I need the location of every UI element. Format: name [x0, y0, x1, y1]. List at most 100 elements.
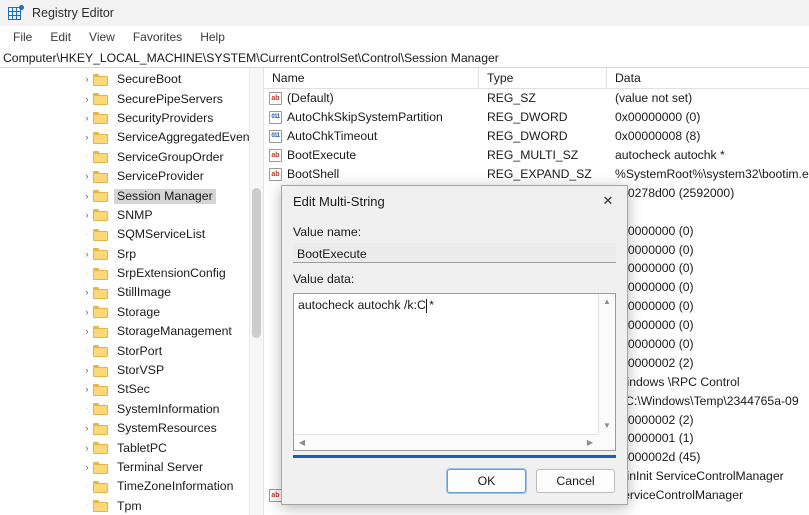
- scroll-left-icon[interactable]: ◀: [294, 435, 310, 450]
- value-data-cell: x00000001 (1): [615, 431, 694, 446]
- scroll-right-icon[interactable]: ▶: [582, 435, 598, 450]
- folder-icon: [93, 383, 108, 396]
- menu-item-edit[interactable]: Edit: [41, 28, 80, 46]
- tree-item[interactable]: · SystemInformation: [0, 400, 249, 419]
- ok-button[interactable]: OK: [447, 469, 526, 493]
- folder-icon: [93, 190, 108, 203]
- tree-item[interactable]: › Srp: [0, 245, 249, 264]
- value-row[interactable]: ab BootShell REG_EXPAND_SZ %SystemRoot%\sys…: [264, 165, 809, 184]
- chevron-right-icon[interactable]: ›: [82, 75, 92, 84]
- registry-editor-icon: [8, 5, 24, 21]
- folder-icon: [93, 131, 108, 144]
- value-data-cell: x00000000 (0): [615, 299, 694, 314]
- menu-item-favorites[interactable]: Favorites: [124, 28, 191, 46]
- tree-item-label: Storage: [117, 304, 161, 319]
- chevron-right-icon[interactable]: ›: [82, 327, 92, 336]
- folder-icon: [93, 306, 108, 319]
- tree-item[interactable]: · ServiceGroupOrder: [0, 148, 249, 167]
- tree-item[interactable]: › Session Manager: [0, 186, 249, 205]
- string-value-icon: ab: [269, 167, 282, 181]
- tree-scrollbar-thumb[interactable]: [252, 188, 261, 338]
- tree-item[interactable]: · Tpm: [0, 497, 249, 515]
- dialog-title: Edit Multi-String: [293, 193, 385, 209]
- value-data-vertical-scrollbar[interactable]: ▲ ▼: [598, 294, 615, 434]
- tree-leaf-marker-icon: ·: [85, 500, 89, 512]
- value-type-cell: REG_SZ: [487, 91, 536, 106]
- value-data-input[interactable]: [294, 294, 598, 434]
- tree-item-label: StorPort: [117, 343, 163, 358]
- chevron-right-icon[interactable]: ›: [82, 307, 92, 317]
- menu-item-file[interactable]: File: [4, 28, 41, 46]
- tree-item[interactable]: › StSec: [0, 380, 249, 399]
- tree-item[interactable]: › ServiceProvider: [0, 167, 249, 186]
- chevron-right-icon[interactable]: ›: [82, 424, 92, 433]
- value-row[interactable]: 011 AutoChkSkipSystemPartition REG_DWORD 0x…: [264, 108, 809, 127]
- tree-item[interactable]: · SrpExtensionConfig: [0, 264, 249, 283]
- chevron-right-icon[interactable]: ›: [82, 249, 92, 259]
- column-header-name[interactable]: Name: [264, 68, 479, 88]
- value-data-cell: x00000002 (2): [615, 355, 694, 370]
- text-caret: [426, 299, 427, 313]
- value-row[interactable]: ab (Default) REG_SZ (value not set): [264, 89, 809, 108]
- value-name-text: AutoChkSkipSystemPartition: [287, 110, 443, 125]
- chevron-right-icon[interactable]: ›: [82, 366, 92, 375]
- tree-item[interactable]: · TimeZoneInformation: [0, 477, 249, 496]
- folder-icon: [93, 364, 108, 377]
- chevron-right-icon[interactable]: ›: [82, 288, 92, 297]
- folder-icon: [93, 403, 108, 416]
- chevron-right-icon[interactable]: ›: [82, 191, 92, 201]
- tree-item-label: SystemResources: [117, 421, 217, 436]
- value-name-text: (Default): [287, 91, 334, 106]
- tree-item[interactable]: › SecureBoot: [0, 70, 249, 89]
- tree-item[interactable]: › SystemResources: [0, 419, 249, 438]
- value-data-cell: x00000000 (0): [615, 318, 694, 333]
- tree-item[interactable]: › SecurityProviders: [0, 109, 249, 128]
- column-header-type[interactable]: Type: [479, 68, 607, 88]
- value-name-input[interactable]: [293, 243, 616, 263]
- address-bar[interactable]: Computer\HKEY_LOCAL_MACHINE\SYSTEM\Curre…: [0, 48, 809, 68]
- scroll-up-icon[interactable]: ▲: [599, 294, 615, 310]
- chevron-right-icon[interactable]: ›: [82, 94, 92, 104]
- tree-item[interactable]: › StorVSP: [0, 361, 249, 380]
- tree-item[interactable]: › SecurePipeServers: [0, 89, 249, 108]
- value-data-horizontal-scrollbar[interactable]: ◀ ▶: [294, 434, 598, 450]
- tree-scrollbar[interactable]: [249, 68, 263, 515]
- tree-item-label: Tpm: [117, 498, 142, 513]
- value-data-cell: x00000000 (0): [615, 261, 694, 276]
- chevron-right-icon[interactable]: ›: [82, 113, 92, 123]
- value-name-cell: ab BootExecute: [264, 148, 479, 162]
- close-icon[interactable]: ✕: [589, 187, 627, 216]
- tree-item[interactable]: › StorageManagement: [0, 322, 249, 341]
- string-value-icon: ab: [269, 148, 282, 162]
- value-row[interactable]: ab BootExecute REG_MULTI_SZ autocheck autoc…: [264, 146, 809, 165]
- window-titlebar: Registry Editor: [0, 0, 809, 26]
- tree-item[interactable]: › Terminal Server: [0, 458, 249, 477]
- chevron-right-icon[interactable]: ›: [82, 385, 92, 394]
- chevron-right-icon[interactable]: ›: [82, 443, 92, 453]
- value-data-cell: x00000000 (0): [615, 337, 694, 352]
- column-header-data[interactable]: Data: [607, 68, 809, 88]
- tree-item[interactable]: › TabletPC: [0, 438, 249, 457]
- menu-item-help[interactable]: Help: [191, 28, 234, 46]
- tree-item[interactable]: › Storage: [0, 303, 249, 322]
- value-row[interactable]: 011 AutoChkTimeout REG_DWORD 0x00000008 (8): [264, 127, 809, 146]
- folder-icon: [93, 73, 108, 86]
- chevron-right-icon[interactable]: ›: [82, 133, 92, 142]
- cancel-button[interactable]: Cancel: [536, 469, 615, 493]
- chevron-right-icon[interactable]: ›: [82, 210, 92, 220]
- tree-item[interactable]: · StorPort: [0, 341, 249, 360]
- tree-item[interactable]: › StillImage: [0, 283, 249, 302]
- scroll-down-icon[interactable]: ▼: [599, 418, 615, 434]
- window-title: Registry Editor: [32, 6, 114, 20]
- menu-item-view[interactable]: View: [80, 28, 124, 46]
- tree-item[interactable]: › SNMP: [0, 206, 249, 225]
- tree-item[interactable]: › ServiceAggregatedEvents: [0, 128, 250, 147]
- chevron-right-icon[interactable]: ›: [82, 463, 92, 472]
- value-data-cell: x00000000 (0): [615, 280, 694, 295]
- string-value-icon: ab: [269, 91, 282, 105]
- registry-tree[interactable]: › SecureBoot › SecurePipeServers › SecurityPr…: [0, 70, 249, 515]
- dword-value-icon: 011: [269, 110, 282, 124]
- tree-item[interactable]: · SQMServiceList: [0, 225, 249, 244]
- chevron-right-icon[interactable]: ›: [82, 172, 92, 181]
- tree-item-label: Srp: [117, 246, 137, 261]
